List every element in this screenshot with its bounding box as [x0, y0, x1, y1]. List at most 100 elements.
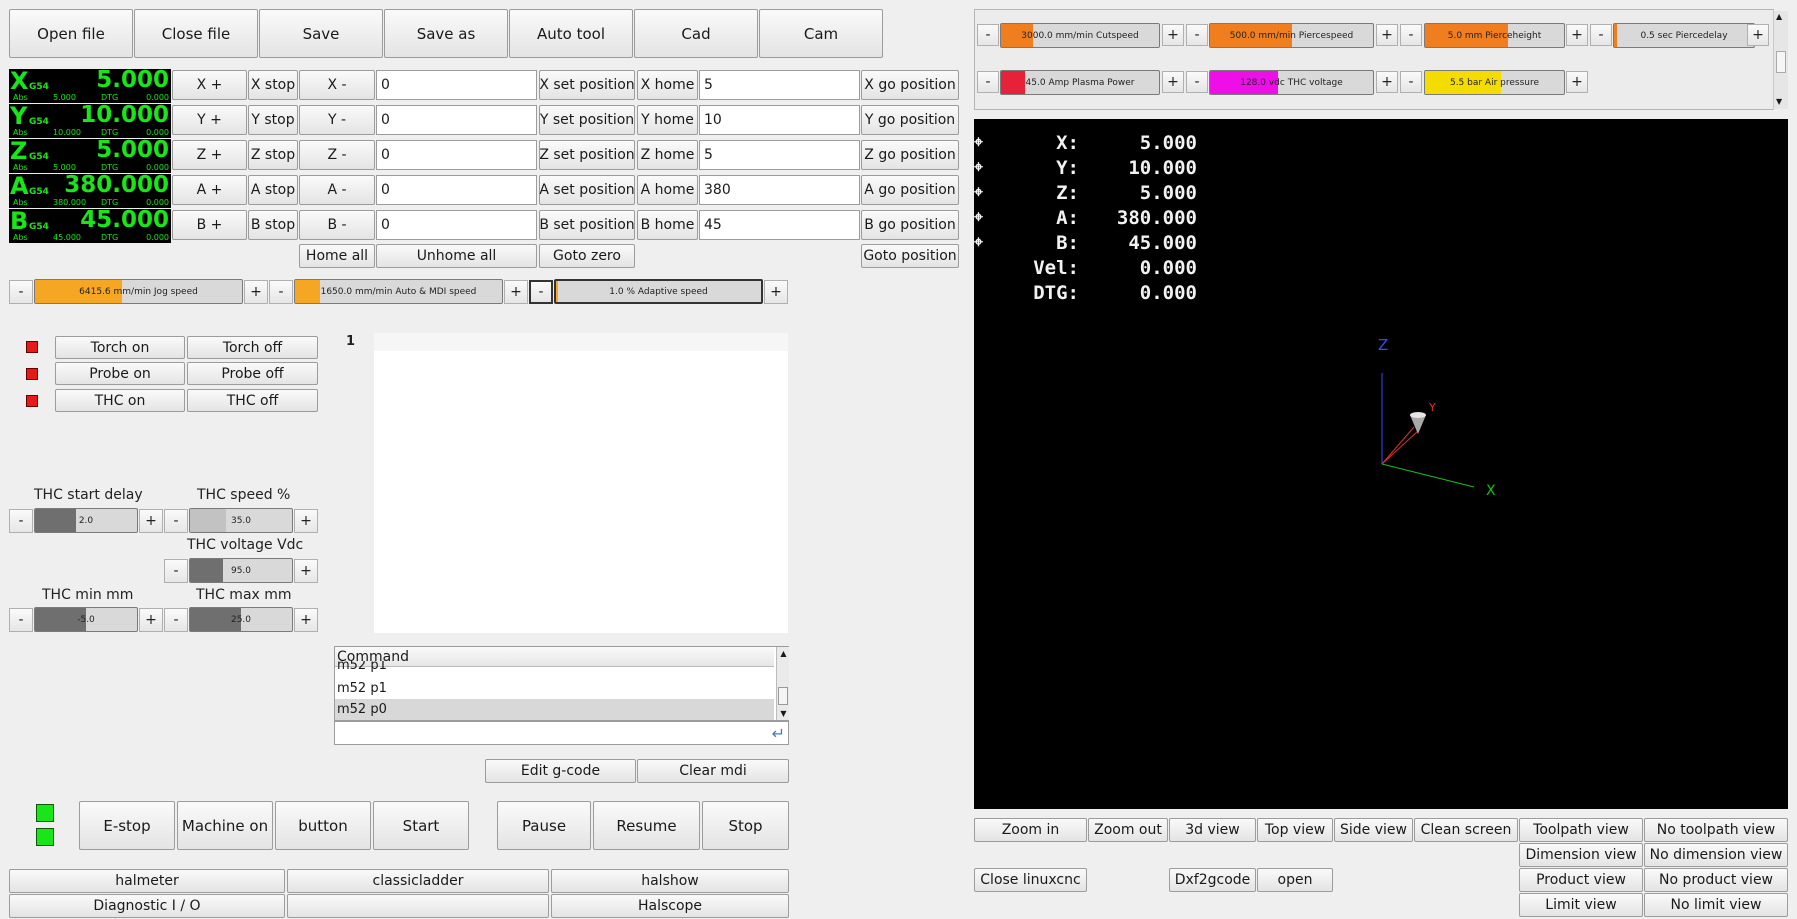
plasma-scrollbar[interactable]: ▲ ▼ — [1773, 11, 1788, 109]
enter-icon[interactable]: ↵ — [772, 724, 785, 743]
axis-stop-button[interactable]: Y stop — [248, 105, 298, 135]
halshow-button[interactable]: halshow — [551, 869, 789, 893]
thc-min-slider[interactable]: -5.0 — [34, 607, 138, 632]
go-position-button[interactable]: Y go position — [861, 105, 959, 135]
machine-on-button[interactable]: Machine on — [177, 801, 273, 850]
thc-start-delay-plus[interactable]: + — [139, 509, 163, 533]
probe-on-button[interactable]: Probe on — [55, 362, 185, 385]
air-pressure-slider[interactable]: 5.5 bar Air pressure — [1424, 70, 1565, 95]
3d-view-button[interactable]: 3d view — [1169, 818, 1256, 842]
piercedelay-plus[interactable]: + — [1747, 24, 1769, 46]
jog-speed-plus-button[interactable]: + — [244, 280, 268, 304]
thc-min-minus[interactable]: - — [9, 608, 33, 632]
dxf2gcode-button[interactable]: Dxf2gcode — [1169, 868, 1256, 892]
jog-minus-button[interactable]: B - — [299, 210, 375, 240]
jog-minus-button[interactable]: A - — [299, 175, 375, 205]
set-position-button[interactable]: A set position — [539, 175, 635, 205]
edit-gcode-button[interactable]: Edit g-code — [485, 759, 636, 783]
preview-viewport[interactable]: ⌖ X: 5.000 ⌖ Y: 10.000 ⌖ Z: 5.000 ⌖ A: 380.000 ⌖ B: 45… — [974, 119, 1788, 809]
classicladder-button[interactable]: classicladder — [287, 869, 549, 893]
resume-button[interactable]: Resume — [593, 801, 700, 850]
auto-mdi-speed-slider[interactable]: 1650.0 mm/min Auto & MDI speed — [294, 279, 503, 304]
save-button[interactable]: Save — [259, 9, 383, 58]
home-all-button[interactable]: Home all — [299, 244, 375, 268]
plasma-scroll-thumb[interactable] — [1776, 51, 1786, 73]
torch-on-button[interactable]: Torch on — [55, 336, 185, 359]
scroll-down-icon[interactable]: ▼ — [1776, 97, 1782, 106]
pierceheight-minus[interactable]: - — [1400, 24, 1422, 46]
air-pressure-plus[interactable]: + — [1566, 71, 1588, 93]
home-button[interactable]: Y home — [637, 105, 698, 135]
no-dimension-view-button[interactable]: No dimension view — [1644, 843, 1788, 867]
auto-speed-plus-button[interactable]: + — [504, 280, 528, 304]
jog-plus-button[interactable]: A + — [172, 175, 247, 205]
zoom-out-button[interactable]: Zoom out — [1088, 818, 1168, 842]
air-pressure-minus[interactable]: - — [1400, 71, 1422, 93]
top-view-button[interactable]: Top view — [1257, 818, 1333, 842]
adaptive-speed-slider[interactable]: 1.0 % Adaptive speed — [554, 279, 763, 304]
piercespeed-plus[interactable]: + — [1376, 24, 1398, 46]
estop-button[interactable]: E-stop — [79, 801, 175, 850]
goto-zero-button[interactable]: Goto zero — [539, 244, 635, 268]
set-position-button[interactable]: Z set position — [539, 140, 635, 170]
start-button[interactable]: Start — [373, 801, 469, 850]
adaptive-speed-minus-button[interactable]: - — [529, 280, 553, 304]
no-toolpath-view-button[interactable]: No toolpath view — [1644, 818, 1788, 842]
mdi-input[interactable]: ↵ — [334, 721, 789, 745]
thc-max-minus[interactable]: - — [164, 608, 188, 632]
thc-voltage-setting-minus[interactable]: - — [1186, 71, 1208, 93]
jog-minus-button[interactable]: Z - — [299, 140, 375, 170]
halscope-button[interactable]: Halscope — [551, 894, 789, 918]
pierceheight-slider[interactable]: 5.0 mm Pierceheight — [1424, 23, 1565, 48]
axis-stop-button[interactable]: A stop — [248, 175, 298, 205]
home-button[interactable]: Z home — [637, 140, 698, 170]
offset-input[interactable]: 0 — [376, 105, 537, 135]
piercespeed-slider[interactable]: 500.0 mm/min Piercespeed — [1209, 23, 1374, 48]
zoom-in-button[interactable]: Zoom in — [974, 818, 1087, 842]
axis-stop-button[interactable]: B stop — [248, 210, 298, 240]
home-value-input[interactable]: 45 — [699, 210, 860, 240]
plasma-power-plus[interactable]: + — [1162, 71, 1184, 93]
offset-input[interactable]: 0 — [376, 175, 537, 205]
side-view-button[interactable]: Side view — [1334, 818, 1413, 842]
mdi-history-item[interactable]: m52 p1 — [335, 678, 774, 699]
piercedelay-slider[interactable]: 0.5 sec Piercedelay — [1613, 23, 1755, 48]
thc-voltage-setting-slider[interactable]: 128.0 vdc THC voltage — [1209, 70, 1374, 95]
home-value-input[interactable]: 380 — [699, 175, 860, 205]
go-position-button[interactable]: X go position — [861, 70, 959, 100]
gcode-editor[interactable] — [374, 351, 788, 633]
limit-view-button[interactable]: Limit view — [1519, 893, 1643, 917]
unhome-all-button[interactable]: Unhome all — [376, 244, 537, 268]
auto-speed-minus-button[interactable]: - — [269, 280, 293, 304]
thc-start-delay-slider[interactable]: 2.0 — [34, 508, 138, 533]
home-button[interactable]: B home — [637, 210, 698, 240]
home-value-input[interactable]: 5 — [699, 70, 860, 100]
thc-min-plus[interactable]: + — [139, 608, 163, 632]
mdi-scroll-thumb[interactable] — [778, 687, 788, 705]
mdi-scrollbar[interactable]: ▲ ▼ — [776, 647, 789, 720]
plasma-power-minus[interactable]: - — [977, 71, 999, 93]
scroll-down-icon[interactable]: ▼ — [778, 708, 789, 719]
cutspeed-slider[interactable]: 3000.0 mm/min Cutspeed — [1000, 23, 1160, 48]
jog-minus-button[interactable]: X - — [299, 70, 375, 100]
mdi-history-item[interactable]: m52 p1 — [337, 661, 774, 675]
jog-plus-button[interactable]: B + — [172, 210, 247, 240]
thc-speed-minus[interactable]: - — [164, 509, 188, 533]
save-as-button[interactable]: Save as — [384, 9, 508, 58]
thc-max-slider[interactable]: 25.0 — [189, 607, 293, 632]
clean-screen-button[interactable]: Clean screen — [1414, 818, 1518, 842]
axis-stop-button[interactable]: X stop — [248, 70, 298, 100]
thc-start-delay-minus[interactable]: - — [9, 509, 33, 533]
toolpath-view-button[interactable]: Toolpath view — [1519, 818, 1643, 842]
close-file-button[interactable]: Close file — [134, 9, 258, 58]
jog-speed-slider[interactable]: 6415.6 mm/min Jog speed — [34, 279, 243, 304]
jog-minus-button[interactable]: Y - — [299, 105, 375, 135]
clear-mdi-button[interactable]: Clear mdi — [637, 759, 789, 783]
piercespeed-minus[interactable]: - — [1186, 24, 1208, 46]
plasma-power-slider[interactable]: 45.0 Amp Plasma Power — [1000, 70, 1160, 95]
mdi-history-item-selected[interactable]: m52 p0 — [335, 699, 774, 720]
thc-on-button[interactable]: THC on — [55, 389, 185, 412]
diagnostic-io-button[interactable]: Diagnostic I / O — [9, 894, 285, 918]
home-value-input[interactable]: 5 — [699, 140, 860, 170]
no-limit-view-button[interactable]: No limit view — [1644, 893, 1788, 917]
